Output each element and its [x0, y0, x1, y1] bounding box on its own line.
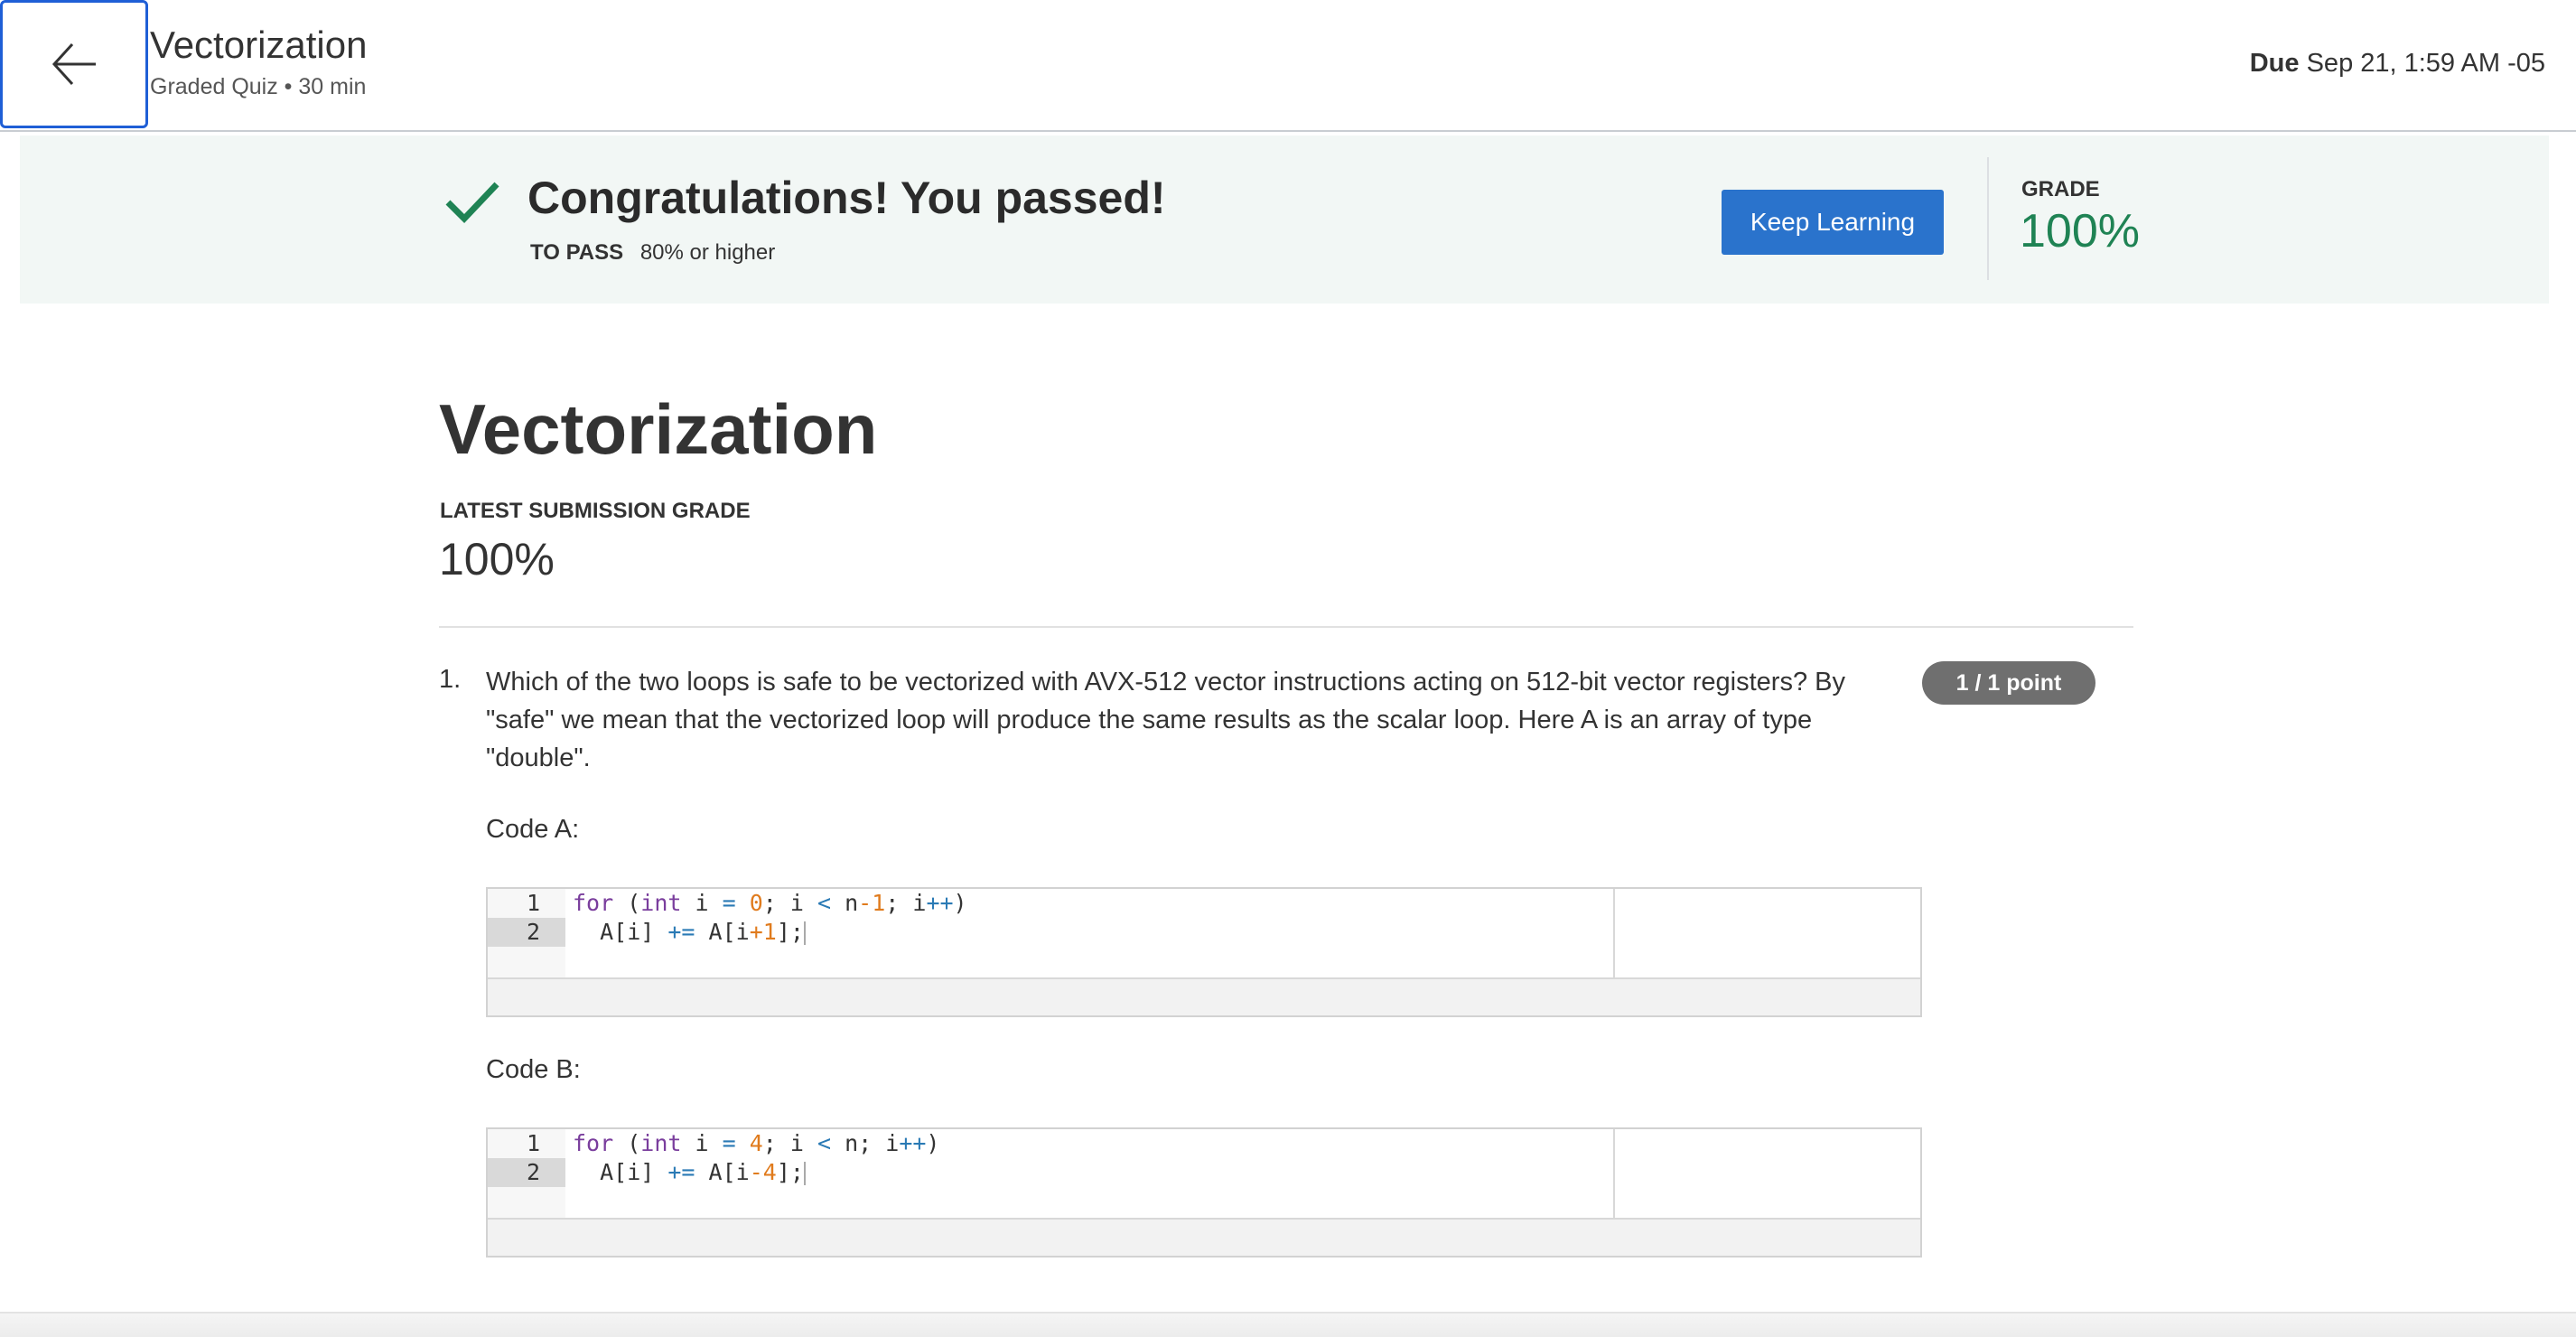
pass-banner: Congratulations! You passed! TO PASS 80%…	[20, 136, 2549, 304]
to-pass-value: 80% or higher	[639, 240, 776, 265]
line-number: 1	[526, 1130, 540, 1156]
code-editor-b[interactable]: 1 2 for (int i = 4; i < n; i++) A[i] += …	[486, 1127, 1922, 1258]
divider	[1987, 157, 1989, 280]
checkmark-icon	[445, 182, 499, 224]
question-text: Which of the two loops is safe to be vec…	[486, 668, 1845, 772]
pass-requirement: TO PASS 80% or higher	[530, 240, 775, 266]
keep-learning-button[interactable]: Keep Learning	[1722, 190, 1944, 255]
top-header: Vectorization Graded Quiz • 30 min Due S…	[0, 0, 2576, 132]
code-editor-a[interactable]: 1 2 for (int i = 0; i < n-1; i++) A[i] +…	[486, 887, 1922, 1017]
code-editor-body[interactable]: 1 2 for (int i = 0; i < n-1; i++) A[i] +…	[488, 889, 1920, 979]
line-number: 1	[526, 890, 540, 916]
due-date: Due Sep 21, 1:59 AM -05	[2250, 49, 2545, 79]
grade-label: GRADE	[2021, 177, 2100, 201]
pass-message: Congratulations! You passed!	[527, 173, 1166, 223]
code-line: for (int i = 4; i < n; i++)	[573, 1130, 940, 1156]
arrow-left-icon	[51, 42, 96, 86]
page-title: Vectorization	[439, 389, 878, 469]
code-a-label: Code A:	[486, 815, 580, 844]
editor-divider	[1613, 1129, 1615, 1218]
question-number: 1.	[439, 665, 462, 694]
code-line: A[i] += A[i+1];	[573, 919, 806, 945]
line-number: 2	[488, 1158, 565, 1187]
to-pass-label: TO PASS	[530, 240, 624, 265]
latest-submission-value: 100%	[439, 534, 555, 584]
code-b-label: Code B:	[486, 1055, 581, 1084]
code-line: for (int i = 0; i < n-1; i++)	[573, 890, 967, 916]
header-title: Vectorization	[150, 23, 368, 66]
line-number-gutter: 1 2	[488, 1129, 565, 1218]
due-label: Due	[2249, 49, 2300, 78]
line-number: 2	[488, 918, 565, 947]
editor-divider	[1613, 889, 1615, 977]
points-badge: 1 / 1 point	[1922, 661, 2095, 705]
latest-submission-label: LATEST SUBMISSION GRADE	[440, 499, 751, 523]
bottom-bar	[0, 1312, 2576, 1337]
divider	[439, 626, 2133, 628]
back-button[interactable]	[0, 0, 148, 128]
code-line: A[i] += A[i-4];	[573, 1159, 806, 1185]
line-number-gutter: 1 2	[488, 889, 565, 977]
grade-value: 100%	[2020, 205, 2140, 257]
code-editor-body[interactable]: 1 2 for (int i = 4; i < n; i++) A[i] += …	[488, 1129, 1920, 1220]
due-value: Sep 21, 1:59 AM -05	[2306, 49, 2545, 78]
header-subtitle: Graded Quiz • 30 min	[150, 74, 367, 99]
